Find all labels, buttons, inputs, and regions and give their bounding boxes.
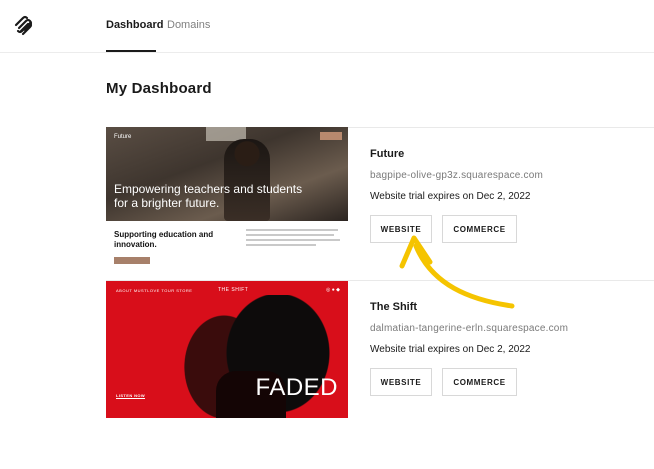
site-thumbnail-future[interactable]: Future Empowering teachers and students …	[106, 127, 348, 264]
site-thumbnail-the-shift[interactable]: ABOUT MUSTLOVE TOUR STORE THE SHIFT ◎ ● …	[106, 281, 348, 418]
website-button[interactable]: WEBSITE	[370, 368, 432, 396]
thumbnail-social-icons: ◎ ● ◆	[325, 287, 340, 293]
commerce-button[interactable]: COMMERCE	[442, 368, 517, 396]
tab-domains[interactable]: Domains	[167, 19, 210, 31]
thumbnail-donate-button	[320, 132, 342, 140]
site-url[interactable]: dalmatian-tangerine-erln.squarespace.com	[370, 323, 568, 334]
website-button[interactable]: WEBSITE	[370, 215, 432, 243]
site-trial-status: Website trial expires on Dec 2, 2022	[370, 344, 531, 355]
squarespace-logo-icon[interactable]	[12, 14, 36, 38]
thumbnail-cta	[114, 257, 150, 264]
header-divider	[0, 52, 654, 53]
site-info-the-shift: The Shift dalmatian-tangerine-erln.squar…	[370, 301, 568, 355]
thumbnail-headline: FADED	[255, 374, 338, 401]
thumbnail-content: Supporting education and innovation.	[106, 221, 348, 264]
commerce-button[interactable]: COMMERCE	[442, 215, 517, 243]
page-title: My Dashboard	[106, 80, 212, 97]
site-name[interactable]: Future	[370, 148, 543, 160]
site-name[interactable]: The Shift	[370, 301, 568, 313]
thumbnail-site-title: THE SHIFT	[218, 287, 249, 293]
tab-dashboard[interactable]: Dashboard	[106, 19, 163, 31]
site-trial-status: Website trial expires on Dec 2, 2022	[370, 191, 531, 202]
site-url[interactable]: bagpipe-olive-gp3z.squarespace.com	[370, 170, 543, 181]
thumbnail-cta: LISTEN NOW	[116, 393, 146, 399]
thumbnail-nav: ABOUT MUSTLOVE TOUR STORE	[116, 288, 193, 293]
thumbnail-headline: Empowering teachers and students for a b…	[114, 182, 303, 210]
thumbnail-subheading: Supporting education and innovation.	[114, 230, 214, 249]
site-info-future: Future bagpipe-olive-gp3z.squarespace.co…	[370, 148, 543, 202]
thumbnail-brand: Future	[114, 134, 132, 140]
thumbnail-body-text	[246, 229, 342, 249]
